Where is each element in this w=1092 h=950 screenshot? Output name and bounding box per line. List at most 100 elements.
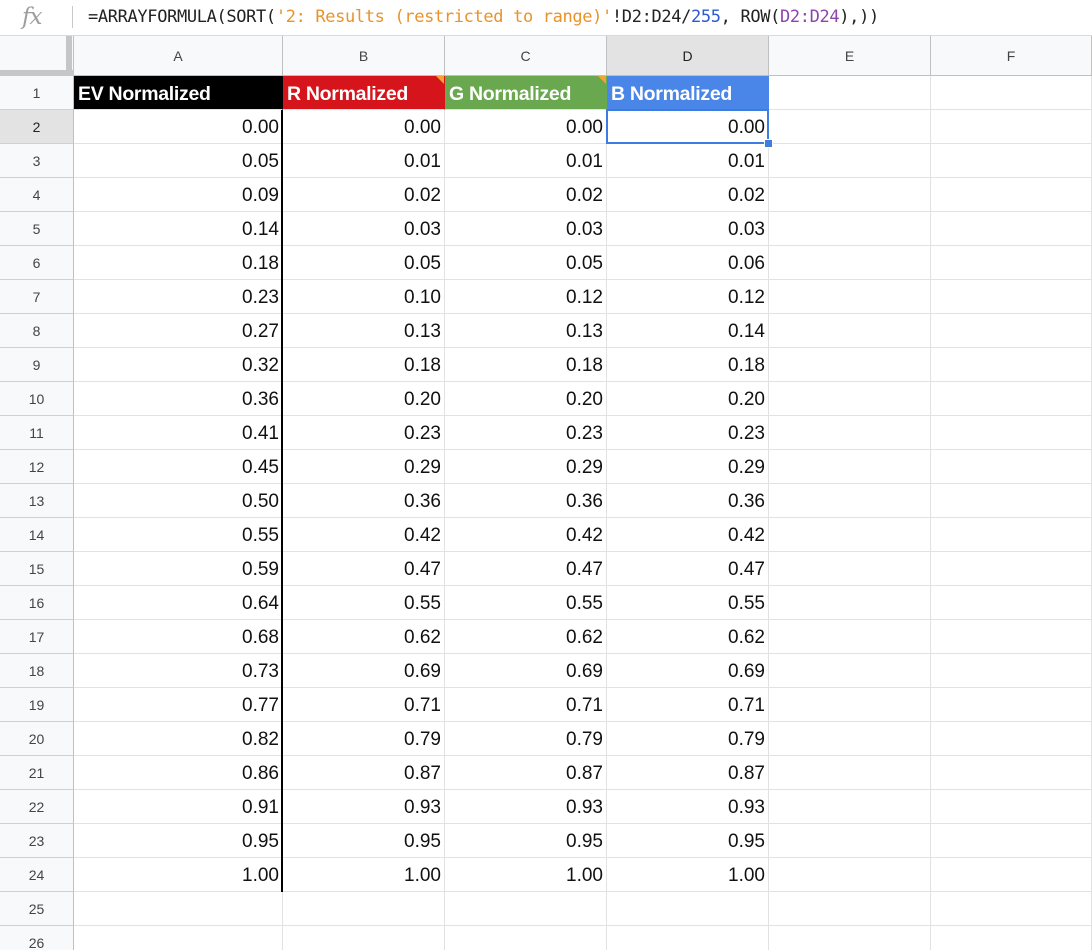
cell-e21[interactable] (769, 756, 931, 790)
column-header-d[interactable]: D (607, 36, 769, 76)
cell-f3[interactable] (931, 144, 1092, 178)
cell-f25[interactable] (931, 892, 1092, 926)
row-header[interactable]: 22 (0, 790, 74, 824)
cell-a10[interactable]: 0.36 (74, 382, 283, 416)
cell-c3[interactable]: 0.01 (445, 144, 607, 178)
cell-b23[interactable]: 0.95 (283, 824, 445, 858)
cell-b3[interactable]: 0.01 (283, 144, 445, 178)
header-cell-d[interactable]: B Normalized (607, 76, 769, 110)
cell-a7[interactable]: 0.23 (74, 280, 283, 314)
cell-a21[interactable]: 0.86 (74, 756, 283, 790)
cell-d6[interactable]: 0.06 (607, 246, 769, 280)
cell-a9[interactable]: 0.32 (74, 348, 283, 382)
column-header-f[interactable]: F (931, 36, 1092, 76)
cell-b13[interactable]: 0.36 (283, 484, 445, 518)
comment-marker-icon[interactable] (598, 76, 606, 84)
column-header-a[interactable]: A (74, 36, 283, 76)
row-header[interactable]: 26 (0, 926, 74, 950)
row-header[interactable]: 8 (0, 314, 74, 348)
fill-handle[interactable] (764, 139, 773, 148)
cell-d12[interactable]: 0.29 (607, 450, 769, 484)
cell-f21[interactable] (931, 756, 1092, 790)
column-header-b[interactable]: B (283, 36, 445, 76)
cell-e9[interactable] (769, 348, 931, 382)
cell-a8[interactable]: 0.27 (74, 314, 283, 348)
cell-e17[interactable] (769, 620, 931, 654)
cell-e19[interactable] (769, 688, 931, 722)
cell-f16[interactable] (931, 586, 1092, 620)
cell-d7[interactable]: 0.12 (607, 280, 769, 314)
cell-a24[interactable]: 1.00 (74, 858, 283, 892)
cell-f22[interactable] (931, 790, 1092, 824)
cell-a23[interactable]: 0.95 (74, 824, 283, 858)
cell-a3[interactable]: 0.05 (74, 144, 283, 178)
cell-e18[interactable] (769, 654, 931, 688)
cell-b5[interactable]: 0.03 (283, 212, 445, 246)
cell-f6[interactable] (931, 246, 1092, 280)
comment-marker-icon[interactable] (436, 76, 444, 84)
row-header[interactable]: 16 (0, 586, 74, 620)
cell-c8[interactable]: 0.13 (445, 314, 607, 348)
cell-b20[interactable]: 0.79 (283, 722, 445, 756)
row-header[interactable]: 4 (0, 178, 74, 212)
row-header[interactable]: 20 (0, 722, 74, 756)
cell-e16[interactable] (769, 586, 931, 620)
row-header[interactable]: 25 (0, 892, 74, 926)
cell-a6[interactable]: 0.18 (74, 246, 283, 280)
cell-a25[interactable] (74, 892, 283, 926)
cell-e1[interactable] (769, 76, 931, 110)
row-header[interactable]: 21 (0, 756, 74, 790)
cell-e24[interactable] (769, 858, 931, 892)
cell-f17[interactable] (931, 620, 1092, 654)
cell-d16[interactable]: 0.55 (607, 586, 769, 620)
cell-b4[interactable]: 0.02 (283, 178, 445, 212)
cell-a15[interactable]: 0.59 (74, 552, 283, 586)
header-cell-b[interactable]: R Normalized (283, 76, 445, 110)
cell-d10[interactable]: 0.20 (607, 382, 769, 416)
cell-d13[interactable]: 0.36 (607, 484, 769, 518)
cell-c9[interactable]: 0.18 (445, 348, 607, 382)
cell-b18[interactable]: 0.69 (283, 654, 445, 688)
row-header[interactable]: 7 (0, 280, 74, 314)
cell-f10[interactable] (931, 382, 1092, 416)
cell-f8[interactable] (931, 314, 1092, 348)
column-header-c[interactable]: C (445, 36, 607, 76)
cell-c2[interactable]: 0.00 (445, 110, 607, 144)
cell-f19[interactable] (931, 688, 1092, 722)
row-header[interactable]: 18 (0, 654, 74, 688)
cell-f24[interactable] (931, 858, 1092, 892)
cell-a26[interactable] (74, 926, 283, 950)
cell-d9[interactable]: 0.18 (607, 348, 769, 382)
cell-d5[interactable]: 0.03 (607, 212, 769, 246)
cell-b2[interactable]: 0.00 (283, 110, 445, 144)
cell-c25[interactable] (445, 892, 607, 926)
cell-e23[interactable] (769, 824, 931, 858)
row-header[interactable]: 10 (0, 382, 74, 416)
column-header-e[interactable]: E (769, 36, 931, 76)
cell-e13[interactable] (769, 484, 931, 518)
cell-c23[interactable]: 0.95 (445, 824, 607, 858)
cell-f26[interactable] (931, 926, 1092, 950)
row-header[interactable]: 11 (0, 416, 74, 450)
cell-b17[interactable]: 0.62 (283, 620, 445, 654)
cell-b6[interactable]: 0.05 (283, 246, 445, 280)
row-header[interactable]: 19 (0, 688, 74, 722)
cell-f1[interactable] (931, 76, 1092, 110)
row-header[interactable]: 17 (0, 620, 74, 654)
cell-c11[interactable]: 0.23 (445, 416, 607, 450)
cell-d23[interactable]: 0.95 (607, 824, 769, 858)
cell-b11[interactable]: 0.23 (283, 416, 445, 450)
cell-b8[interactable]: 0.13 (283, 314, 445, 348)
cell-e26[interactable] (769, 926, 931, 950)
cell-c7[interactable]: 0.12 (445, 280, 607, 314)
cell-f14[interactable] (931, 518, 1092, 552)
row-header[interactable]: 6 (0, 246, 74, 280)
cell-d25[interactable] (607, 892, 769, 926)
cell-b16[interactable]: 0.55 (283, 586, 445, 620)
cell-d21[interactable]: 0.87 (607, 756, 769, 790)
cell-f12[interactable] (931, 450, 1092, 484)
row-header[interactable]: 15 (0, 552, 74, 586)
cell-a14[interactable]: 0.55 (74, 518, 283, 552)
cell-f15[interactable] (931, 552, 1092, 586)
cell-f9[interactable] (931, 348, 1092, 382)
